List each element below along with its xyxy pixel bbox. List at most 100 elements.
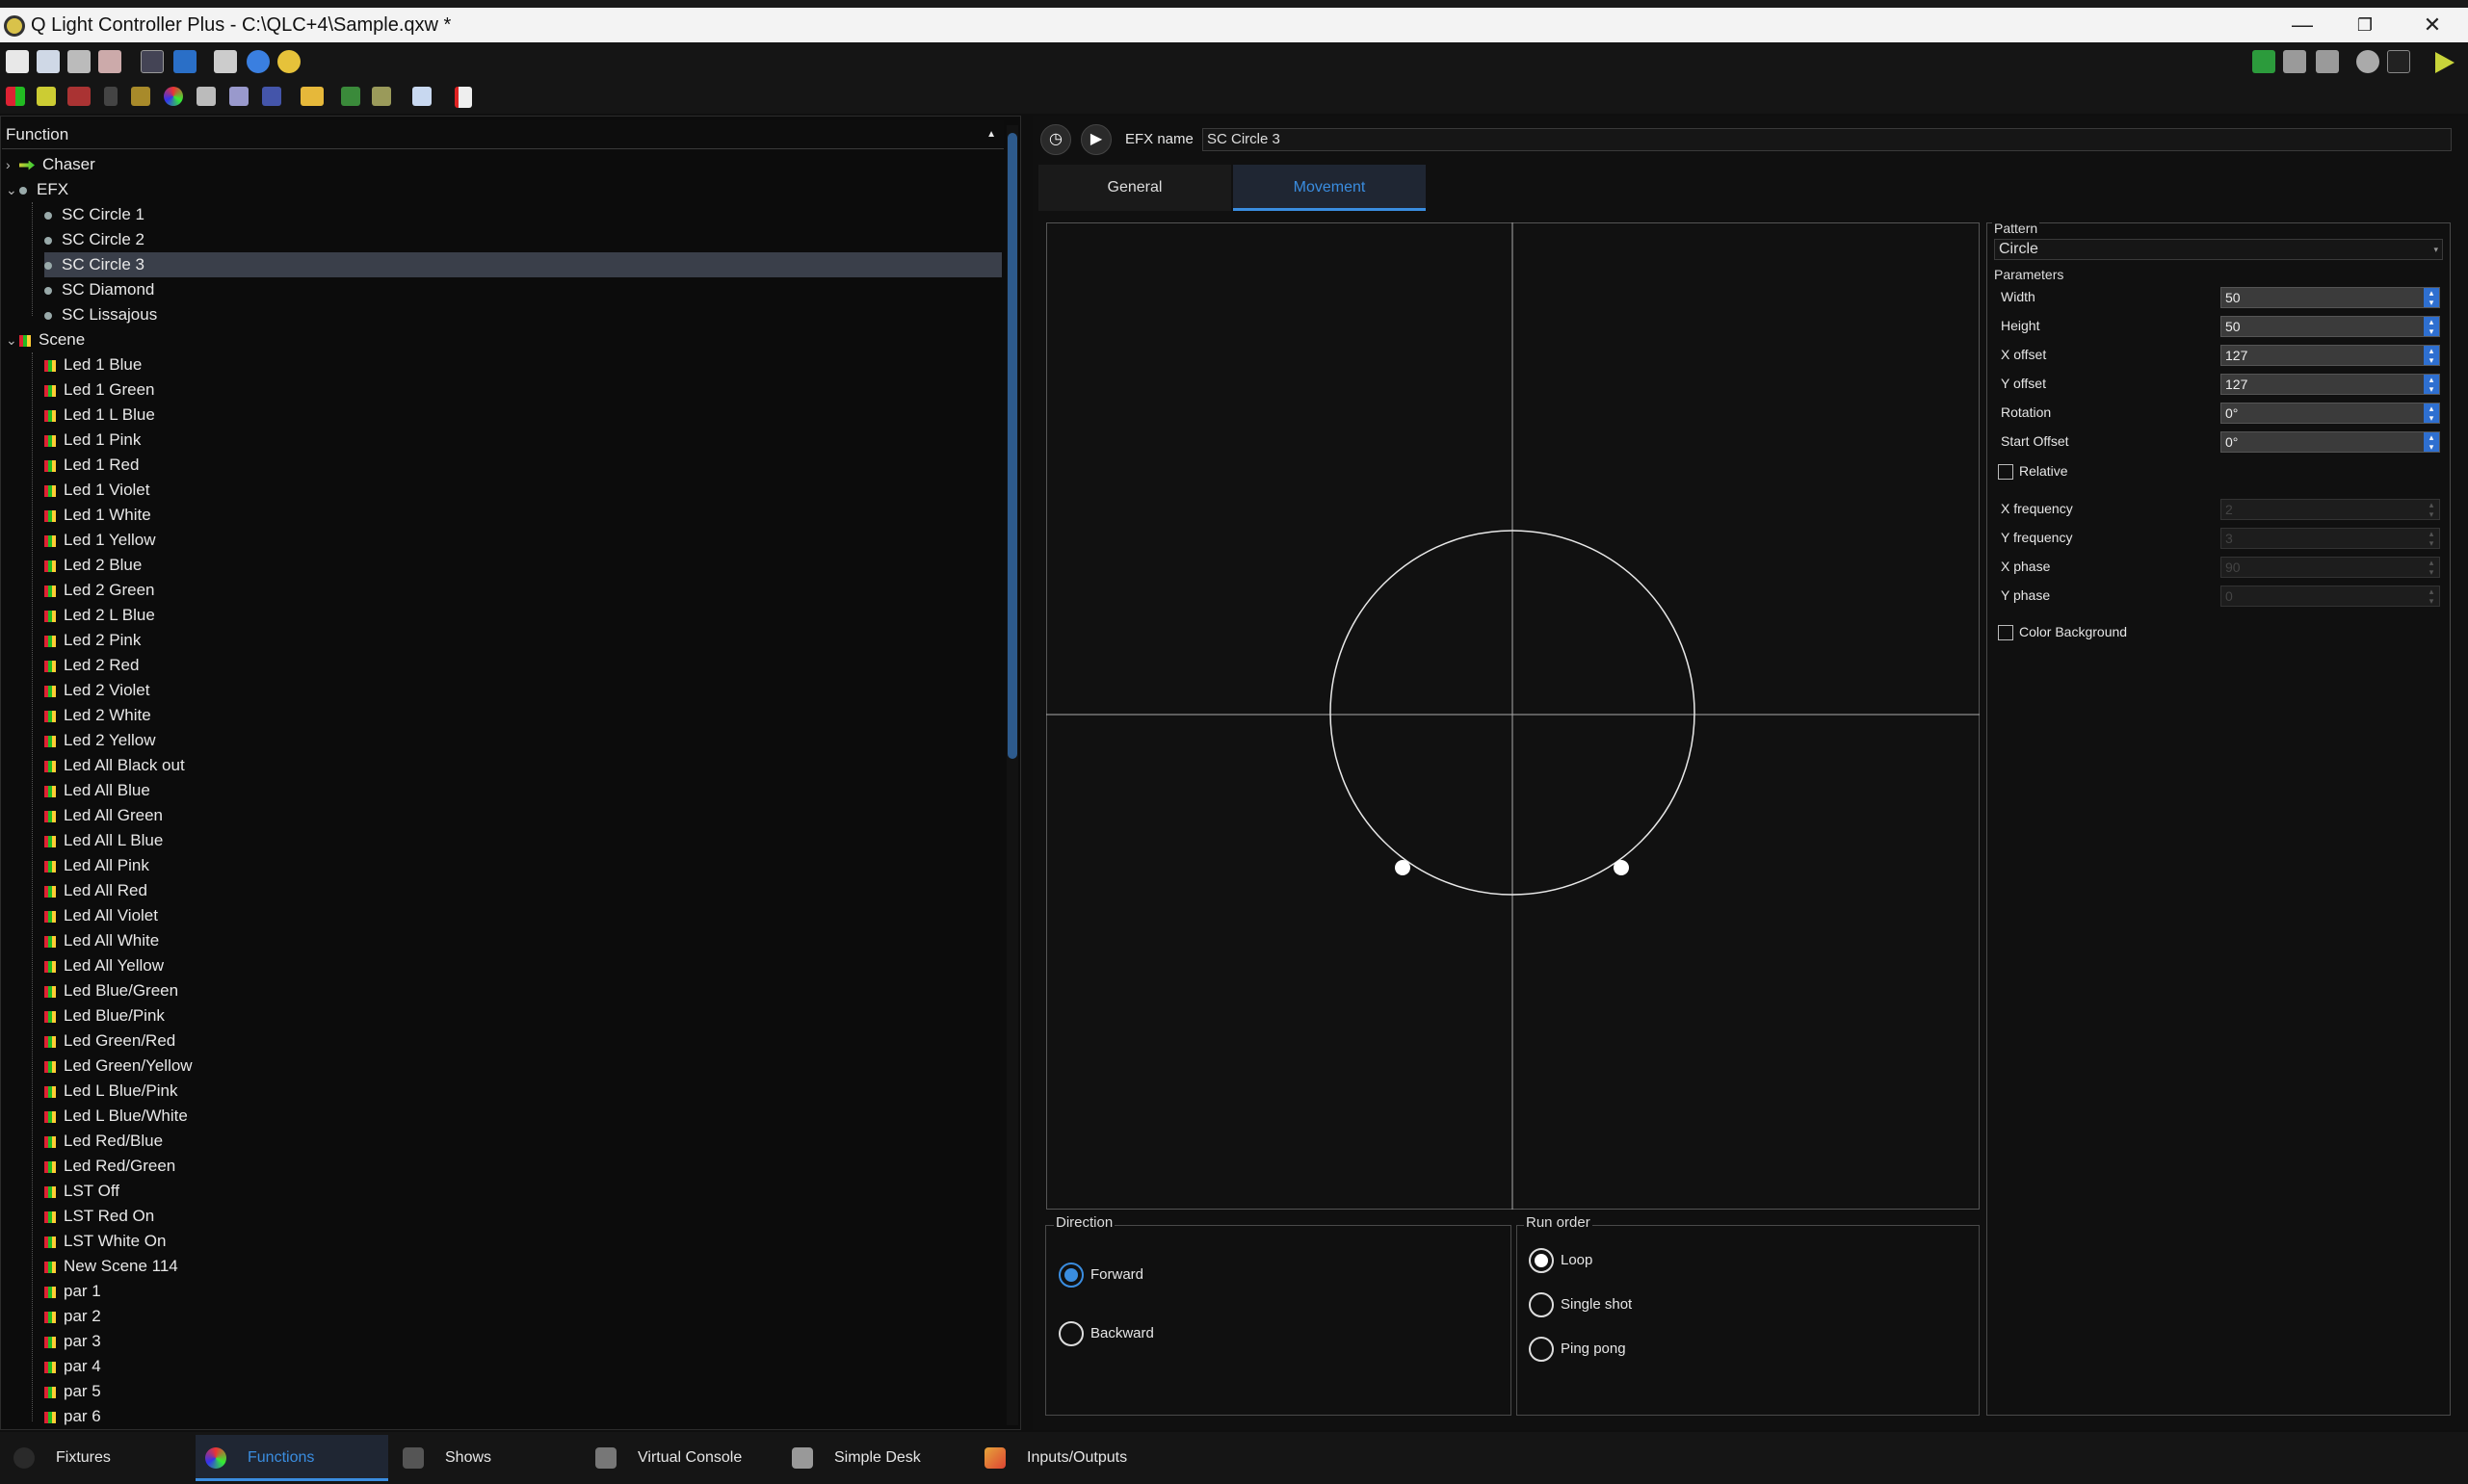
backward-label[interactable]: Backward [1090,1325,1154,1341]
param-spinbox[interactable]: 2 ▴ ▾ [2220,499,2440,520]
tree-item-scene[interactable]: Led 1 L Blue [44,403,155,428]
add-fixture-icon[interactable] [2252,50,2275,73]
tree-item-scene[interactable]: Led All Violet [44,903,158,928]
tree-item-scene[interactable]: Led L Blue/Pink [44,1079,177,1104]
function-wizard-icon[interactable] [341,87,360,106]
new-workspace-icon[interactable] [6,50,29,73]
chevron-down-icon[interactable]: ⌄ [6,327,19,352]
param-spinbox[interactable]: 50 ▴ ▾ [2220,316,2440,337]
ping-pong-label[interactable]: Ping pong [1561,1341,1626,1357]
tree-item-scene[interactable]: par 3 [44,1329,101,1354]
tree-item-scene[interactable]: Led 2 L Blue [44,603,155,628]
param-spinbox[interactable]: 0 ▴ ▾ [2220,586,2440,607]
tree-item-scene[interactable]: Led All Green [44,803,163,828]
tree-item-efx[interactable]: SC Circle 3 [44,252,1002,277]
tab-shows[interactable]: Shows [403,1435,566,1481]
tree-item-scene[interactable]: Led 1 White [44,503,151,528]
tree-item-scene[interactable]: Led 1 Blue [44,352,142,378]
tab-movement[interactable]: Movement [1233,165,1426,211]
tree-item-scene[interactable]: Led 2 Blue [44,553,142,578]
tree-item-efx[interactable]: SC Circle 2 [44,227,144,252]
param-spinbox[interactable]: 50 ▴ ▾ [2220,287,2440,308]
tree-item-scene[interactable]: LST Off [44,1179,119,1204]
tree-item-scene[interactable]: Led Red/Green [44,1154,175,1179]
preview-play-button[interactable]: ▶ [1081,124,1112,155]
speed-dial-button[interactable]: ◷ [1040,124,1071,155]
tree-item-scene[interactable]: LST Red On [44,1204,154,1229]
tree-item-scene[interactable]: LST White On [44,1229,166,1254]
spin-arrows-icon[interactable]: ▴ ▾ [2424,432,2439,452]
new-audio-icon[interactable] [229,87,249,106]
tree-item-scene[interactable]: par 5 [44,1379,101,1404]
monitor-icon[interactable] [214,50,237,73]
tab-fixtures[interactable]: Fixtures [13,1435,187,1481]
forward-radio[interactable] [1059,1263,1084,1288]
spin-arrows-icon[interactable]: ▴ ▾ [2424,346,2439,365]
tree-item-scene[interactable]: Led All Red [44,878,147,903]
tree-item-scene[interactable]: Led 2 Pink [44,628,141,653]
chevron-right-icon[interactable]: › [6,152,19,177]
tree-item-efx[interactable]: SC Diamond [44,277,154,302]
tree-item-scene[interactable]: Led All L Blue [44,828,163,853]
open-workspace-icon[interactable] [37,50,60,73]
spin-arrows-icon[interactable]: ▴ ▾ [2424,375,2439,394]
loop-radio[interactable] [1529,1248,1554,1273]
tree-category-efx[interactable]: ⌄ EFX [6,177,68,202]
tree-item-scene[interactable]: Led All Blue [44,778,150,803]
new-efx-icon[interactable] [131,87,150,106]
tree-item-scene[interactable]: Led 2 Green [44,578,155,603]
pattern-select[interactable]: Circle ▾ [1994,239,2443,260]
ping-pong-radio[interactable] [1529,1337,1554,1362]
relative-checkbox[interactable] [1998,464,2013,480]
tree-category-scene[interactable]: ⌄ Scene [6,327,85,352]
new-folder-icon[interactable] [301,87,324,106]
tree-item-scene[interactable]: Led All White [44,928,159,953]
minimize-button[interactable]: — [2273,12,2331,40]
new-sequence-icon[interactable] [67,87,91,106]
save-as-icon[interactable] [98,50,121,73]
delete-function-icon[interactable] [455,87,472,108]
tree-item-scene[interactable]: Led 1 Yellow [44,528,155,553]
clone-function-icon[interactable] [412,87,432,106]
color-background-checkbox[interactable] [1998,625,2013,640]
loop-label[interactable]: Loop [1561,1252,1592,1268]
tree-item-scene[interactable]: par 4 [44,1354,101,1379]
spin-arrows-icon[interactable]: ▴ ▾ [2424,317,2439,336]
tab-inputs-outputs[interactable]: Inputs/Outputs [985,1435,1177,1481]
tree-scrollbar-thumb[interactable] [1008,133,1017,759]
tree-item-scene[interactable]: par 2 [44,1304,101,1329]
tree-item-scene[interactable]: Led All Yellow [44,953,164,978]
new-video-icon[interactable] [262,87,281,106]
param-spinbox[interactable]: 0° ▴ ▾ [2220,403,2440,424]
close-button[interactable]: ✕ [2403,12,2461,40]
tree-item-scene[interactable]: Led 1 Pink [44,428,141,453]
save-icon[interactable] [67,50,91,73]
operate-mode-icon[interactable] [2435,52,2455,73]
backward-radio[interactable] [1059,1321,1084,1346]
efx-name-input[interactable]: SC Circle 3 [1202,128,2452,151]
tab-simple-desk[interactable]: Simple Desk [792,1435,965,1481]
help-icon[interactable] [247,50,270,73]
tree-item-efx[interactable]: SC Lissajous [44,302,157,327]
param-spinbox[interactable]: 127 ▴ ▾ [2220,345,2440,366]
tree-item-scene[interactable]: Led 1 Green [44,378,155,403]
tree-item-scene[interactable]: par 1 [44,1279,101,1304]
tree-item-scene[interactable]: Led All Black out [44,753,185,778]
single-shot-radio[interactable] [1529,1292,1554,1317]
sort-arrow-icon[interactable]: ▲ [986,120,996,149]
restore-button[interactable]: ❐ [2336,12,2394,40]
new-rgb-matrix-icon[interactable] [164,87,183,106]
fullscreen-icon[interactable] [141,50,164,73]
tree-item-scene[interactable]: Led 2 White [44,703,151,728]
param-spinbox[interactable]: 127 ▴ ▾ [2220,374,2440,395]
tab-general[interactable]: General [1038,165,1231,211]
tree-item-scene[interactable]: Led Blue/Green [44,978,178,1003]
spin-arrows-icon[interactable]: ▴ ▾ [2424,586,2439,606]
address-tool-icon[interactable] [173,50,197,73]
color-background-label[interactable]: Color Background [2019,624,2127,639]
tree-item-scene[interactable]: Led All Pink [44,853,149,878]
function-column-header[interactable]: Function ▲ [2,120,1004,149]
tree-item-scene[interactable]: Led 2 Yellow [44,728,155,753]
spin-arrows-icon[interactable]: ▴ ▾ [2424,404,2439,423]
stop-all-icon[interactable] [2316,50,2339,73]
